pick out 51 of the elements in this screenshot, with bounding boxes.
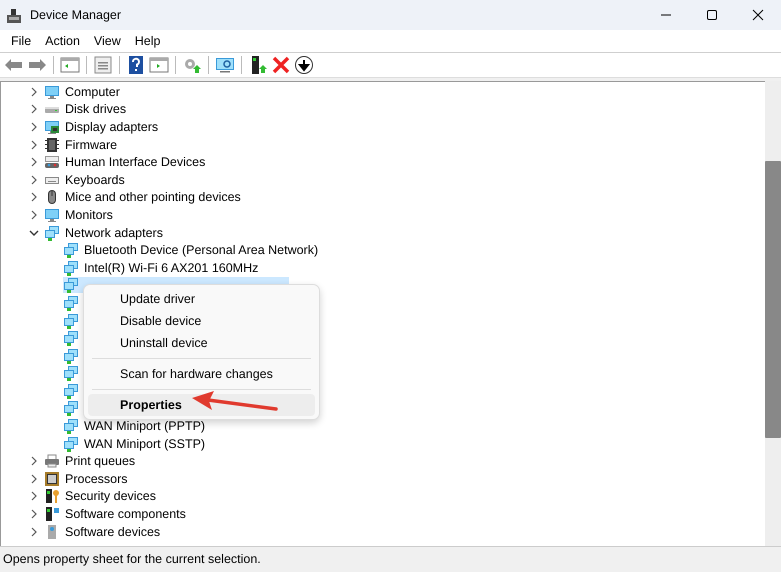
tree-item[interactable]: Monitors — [63, 206, 115, 223]
menu-item[interactable]: File — [4, 30, 38, 52]
tree-item[interactable]: WAN Miniport (SSTP) — [82, 436, 208, 452]
software-component-icon — [44, 506, 60, 522]
tree-item[interactable]: Firmware — [63, 136, 120, 153]
tree-item[interactable]: Computer — [63, 84, 122, 100]
chip-icon — [44, 136, 60, 153]
tree-item[interactable]: Bluetooth Device (Personal Area Network) — [82, 242, 320, 258]
tree-item[interactable]: Mice and other pointing devices — [63, 189, 243, 206]
help-button[interactable] — [126, 55, 146, 75]
printer-icon — [44, 453, 60, 470]
monitor-search-button[interactable] — [215, 55, 235, 75]
menu-item[interactable]: Action — [38, 30, 87, 52]
scrollbar[interactable] — [765, 81, 781, 546]
download-button[interactable] — [294, 55, 314, 75]
action-pane-button[interactable] — [149, 55, 169, 75]
maximize-icon — [706, 9, 718, 21]
tree-item[interactable]: Keyboards — [63, 172, 127, 188]
delete-button[interactable] — [271, 55, 291, 75]
context-menu-item[interactable]: Scan for hardware changes — [88, 363, 315, 385]
tree-item[interactable]: WAN Miniport (PPTP) — [82, 418, 208, 434]
menu-item[interactable]: Help — [128, 30, 168, 52]
computer-icon — [44, 84, 60, 100]
status-text: Opens property sheet for the current selection. — [3, 551, 261, 568]
tree-item[interactable]: Display adapters — [63, 118, 160, 135]
tree-item[interactable]: Print queues — [63, 453, 138, 470]
context-menu-item[interactable]: Uninstall device — [88, 332, 315, 354]
tree-item[interactable]: Security devices — [63, 488, 158, 504]
key-device-icon — [44, 488, 60, 504]
context-menu-item[interactable]: Disable device — [88, 310, 315, 332]
processor-icon — [44, 470, 60, 487]
window-title: Device Manager — [30, 6, 122, 24]
network-icon — [44, 224, 60, 241]
context-menu-item[interactable]: Properties — [88, 394, 315, 416]
app-icon — [6, 8, 22, 24]
close-icon — [752, 9, 764, 21]
tree-item[interactable]: Human Interface Devices — [63, 154, 208, 170]
monitor-icon — [44, 206, 60, 223]
context-menu-item[interactable]: Update driver — [88, 288, 315, 310]
console-tree-button[interactable] — [60, 55, 80, 75]
tree-item[interactable]: Processors — [63, 470, 130, 487]
network-icon — [63, 277, 79, 294]
tree-item[interactable]: Network adapters — [63, 224, 165, 241]
display-adapter-icon — [44, 118, 60, 135]
property-sheet-button[interactable] — [93, 55, 113, 75]
tree-item[interactable]: Software devices — [63, 524, 162, 540]
tree-item[interactable]: Disk drives — [63, 101, 128, 118]
tree-item[interactable]: Software components — [63, 506, 188, 522]
tree-item[interactable]: Intel(R) Wi-Fi 6 AX201 160MHz — [82, 260, 260, 276]
gamepad-keyboard-icon — [44, 154, 60, 170]
menu-item[interactable]: View — [86, 30, 128, 52]
